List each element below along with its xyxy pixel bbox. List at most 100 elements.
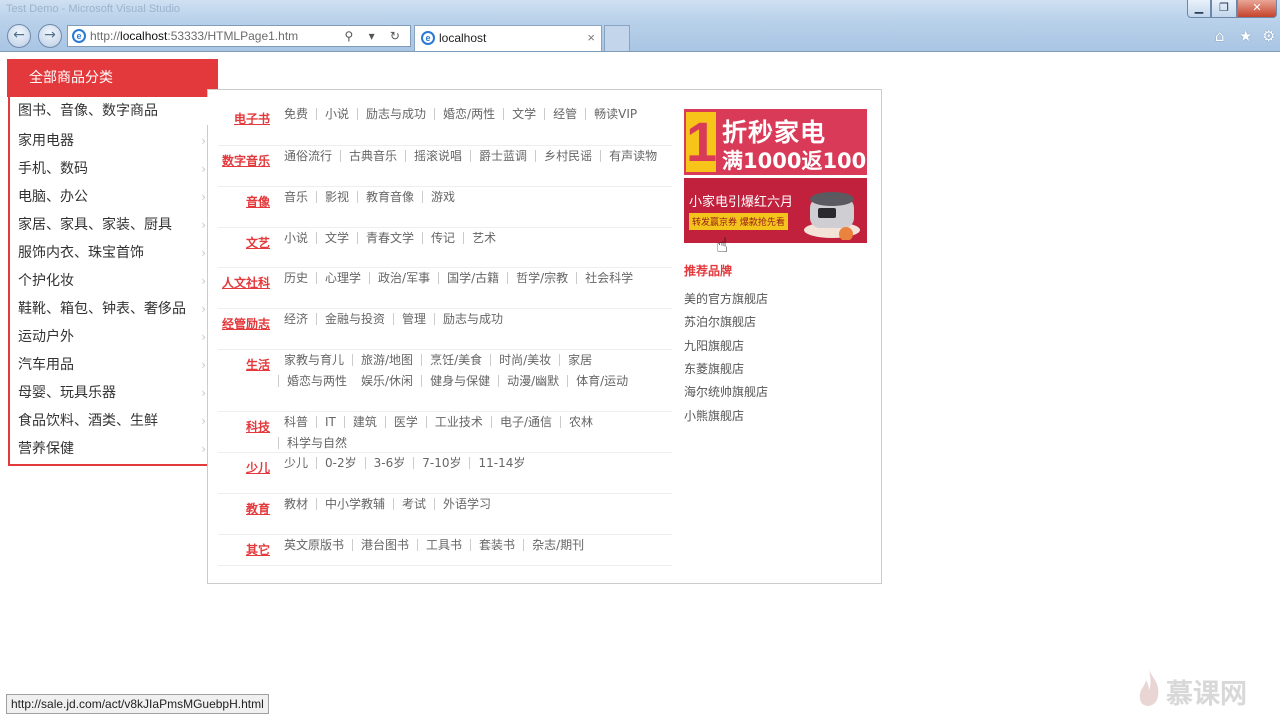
home-icon[interactable]: ⌂ <box>1215 27 1225 45</box>
subcategory-link[interactable]: 医学 <box>384 416 426 428</box>
subcategory-link[interactable]: 健身与保健 <box>421 375 498 387</box>
subcategory-link[interactable]: 娱乐/休闲 <box>355 375 421 387</box>
subcategory-link[interactable]: 港台图书 <box>352 539 417 551</box>
subcategory-link[interactable]: 小说 <box>316 108 357 120</box>
subcategory-link[interactable]: 外语学习 <box>434 498 499 510</box>
subcategory-title[interactable]: 电子书 <box>218 110 270 127</box>
subcategory-link[interactable]: 有声读物 <box>600 150 665 162</box>
subcategory-link[interactable]: 励志与成功 <box>357 108 434 120</box>
category-item[interactable]: 食品饮料、酒类、生鲜 › <box>10 407 209 435</box>
subcategory-link[interactable]: 畅读VIP <box>585 108 645 120</box>
subcategory-link[interactable]: 体育/运动 <box>567 375 636 387</box>
subcategory-link[interactable]: 11-14岁 <box>469 457 533 469</box>
subcategory-link[interactable]: 家教与育儿 <box>278 354 352 366</box>
subcategory-link[interactable]: 婚恋/两性 <box>434 108 503 120</box>
brand-link[interactable]: 小熊旗舰店 <box>684 407 744 424</box>
subcategory-link[interactable]: 旅游/地图 <box>352 354 421 366</box>
subcategory-link[interactable]: 杂志/期刊 <box>523 539 592 551</box>
subcategory-link[interactable]: 教育音像 <box>357 191 422 203</box>
forward-button[interactable]: → <box>38 24 62 48</box>
subcategory-link[interactable]: 套装书 <box>470 539 523 551</box>
category-item[interactable]: 母婴、玩具乐器 › <box>10 379 209 407</box>
tab-close-icon[interactable]: × <box>587 30 595 45</box>
new-tab-button[interactable] <box>604 25 630 51</box>
subcategory-link[interactable]: 青春文学 <box>357 232 422 244</box>
subcategory-link[interactable]: 工具书 <box>417 539 470 551</box>
subcategory-link[interactable]: 科学与自然 <box>278 437 355 449</box>
subcategory-title[interactable]: 数字音乐 <box>218 152 270 169</box>
subcategory-link[interactable]: 科普 <box>278 416 316 428</box>
subcategory-link[interactable]: 婚恋与两性 <box>278 375 355 387</box>
subcategory-link[interactable]: 艺术 <box>463 232 504 244</box>
subcategory-link[interactable]: 社会科学 <box>576 272 641 284</box>
subcategory-link[interactable]: 少儿 <box>278 457 316 469</box>
subcategory-link[interactable]: 乡村民谣 <box>535 150 600 162</box>
minimize-button[interactable]: ▁ <box>1187 0 1211 18</box>
subcategory-link[interactable]: 摇滚说唱 <box>405 150 470 162</box>
category-item[interactable]: 汽车用品 › <box>10 351 209 379</box>
url-text[interactable]: http://localhost:53333/HTMLPage1.htm <box>90 26 298 46</box>
subcategory-link[interactable]: 管理 <box>393 313 434 325</box>
subcategory-title[interactable]: 人文社科 <box>218 274 270 291</box>
subcategory-link[interactable]: 政治/军事 <box>369 272 438 284</box>
subcategory-title[interactable]: 科技 <box>218 418 270 435</box>
promo-banner-small-appliances[interactable]: 小家电引爆红六月 转发赢京券 爆款抢先看 <box>684 178 867 243</box>
subcategory-link[interactable]: 金融与投资 <box>316 313 393 325</box>
category-item[interactable]: 运动户外 › <box>10 323 209 351</box>
address-tools[interactable]: ⚲ ▾ ↻ <box>344 26 406 46</box>
subcategory-link[interactable]: 0-2岁 <box>316 457 365 469</box>
subcategory-title[interactable]: 音像 <box>218 193 270 210</box>
brand-link[interactable]: 苏泊尔旗舰店 <box>684 313 756 330</box>
category-item[interactable]: 手机、数码 › <box>10 155 209 183</box>
subcategory-link[interactable]: 音乐 <box>278 191 316 203</box>
subcategory-link[interactable]: 动漫/幽默 <box>498 375 567 387</box>
subcategory-link[interactable]: 文学 <box>503 108 544 120</box>
subcategory-link[interactable]: 7-10岁 <box>413 457 469 469</box>
subcategory-link[interactable]: 烹饪/美食 <box>421 354 490 366</box>
subcategory-link[interactable]: 时尚/美妆 <box>490 354 559 366</box>
subcategory-link[interactable]: 小说 <box>278 232 316 244</box>
subcategory-link[interactable]: 励志与成功 <box>434 313 511 325</box>
subcategory-link[interactable]: 免费 <box>278 108 316 120</box>
back-button[interactable]: ← <box>7 24 31 48</box>
subcategory-link[interactable]: 农林 <box>559 416 601 428</box>
subcategory-link[interactable]: 3-6岁 <box>364 457 414 469</box>
category-item[interactable]: 鞋靴、箱包、钟表、奢侈品 › <box>10 295 209 323</box>
subcategory-link[interactable]: 经济 <box>278 313 316 325</box>
tab-localhost[interactable]: e localhost × <box>414 25 602 51</box>
subcategory-title[interactable]: 教育 <box>218 500 270 517</box>
subcategory-link[interactable]: 考试 <box>393 498 434 510</box>
subcategory-link[interactable]: 古典音乐 <box>340 150 405 162</box>
subcategory-link[interactable]: 教材 <box>278 498 316 510</box>
brand-link[interactable]: 东菱旗舰店 <box>684 360 744 377</box>
subcategory-link[interactable]: 传记 <box>422 232 463 244</box>
subcategory-title[interactable]: 其它 <box>218 541 270 558</box>
brand-link[interactable]: 海尔统帅旗舰店 <box>684 383 768 400</box>
close-window-button[interactable]: ✕ <box>1237 0 1277 18</box>
subcategory-link[interactable]: 历史 <box>278 272 316 284</box>
category-item[interactable]: 服饰内衣、珠宝首饰 › <box>10 239 209 267</box>
subcategory-title[interactable]: 经管励志 <box>218 315 270 332</box>
subcategory-link[interactable]: IT <box>316 416 344 428</box>
category-item[interactable]: 家用电器 › <box>10 127 209 155</box>
brand-link[interactable]: 九阳旗舰店 <box>684 337 744 354</box>
subcategory-link[interactable]: 游戏 <box>422 191 463 203</box>
category-item[interactable]: 家居、家具、家装、厨具 › <box>10 211 209 239</box>
promo-banner-appliances[interactable]: 1 折秒家电 满1000返1000 <box>684 109 867 175</box>
subcategory-link[interactable]: 文学 <box>316 232 357 244</box>
subcategory-link[interactable]: 英文原版书 <box>278 539 352 551</box>
subcategory-title[interactable]: 文艺 <box>218 234 270 251</box>
category-item[interactable]: 电脑、办公 › <box>10 183 209 211</box>
category-item[interactable]: 个护化妆 › <box>10 267 209 295</box>
subcategory-link[interactable]: 建筑 <box>343 416 385 428</box>
favorites-star-icon[interactable]: ★ <box>1239 27 1252 45</box>
subcategory-link[interactable]: 通俗流行 <box>278 150 340 162</box>
subcategory-link[interactable]: 影视 <box>316 191 357 203</box>
address-bar[interactable]: e http://localhost:53333/HTMLPage1.htm ⚲… <box>67 25 411 47</box>
subcategory-link[interactable]: 国学/古籍 <box>438 272 507 284</box>
subcategory-link[interactable]: 心理学 <box>316 272 369 284</box>
subcategory-link[interactable]: 工业技术 <box>425 416 491 428</box>
subcategory-link[interactable]: 哲学/宗教 <box>507 272 576 284</box>
gear-icon[interactable]: ⚙ <box>1262 27 1275 45</box>
subcategory-link[interactable]: 爵士蓝调 <box>470 150 535 162</box>
